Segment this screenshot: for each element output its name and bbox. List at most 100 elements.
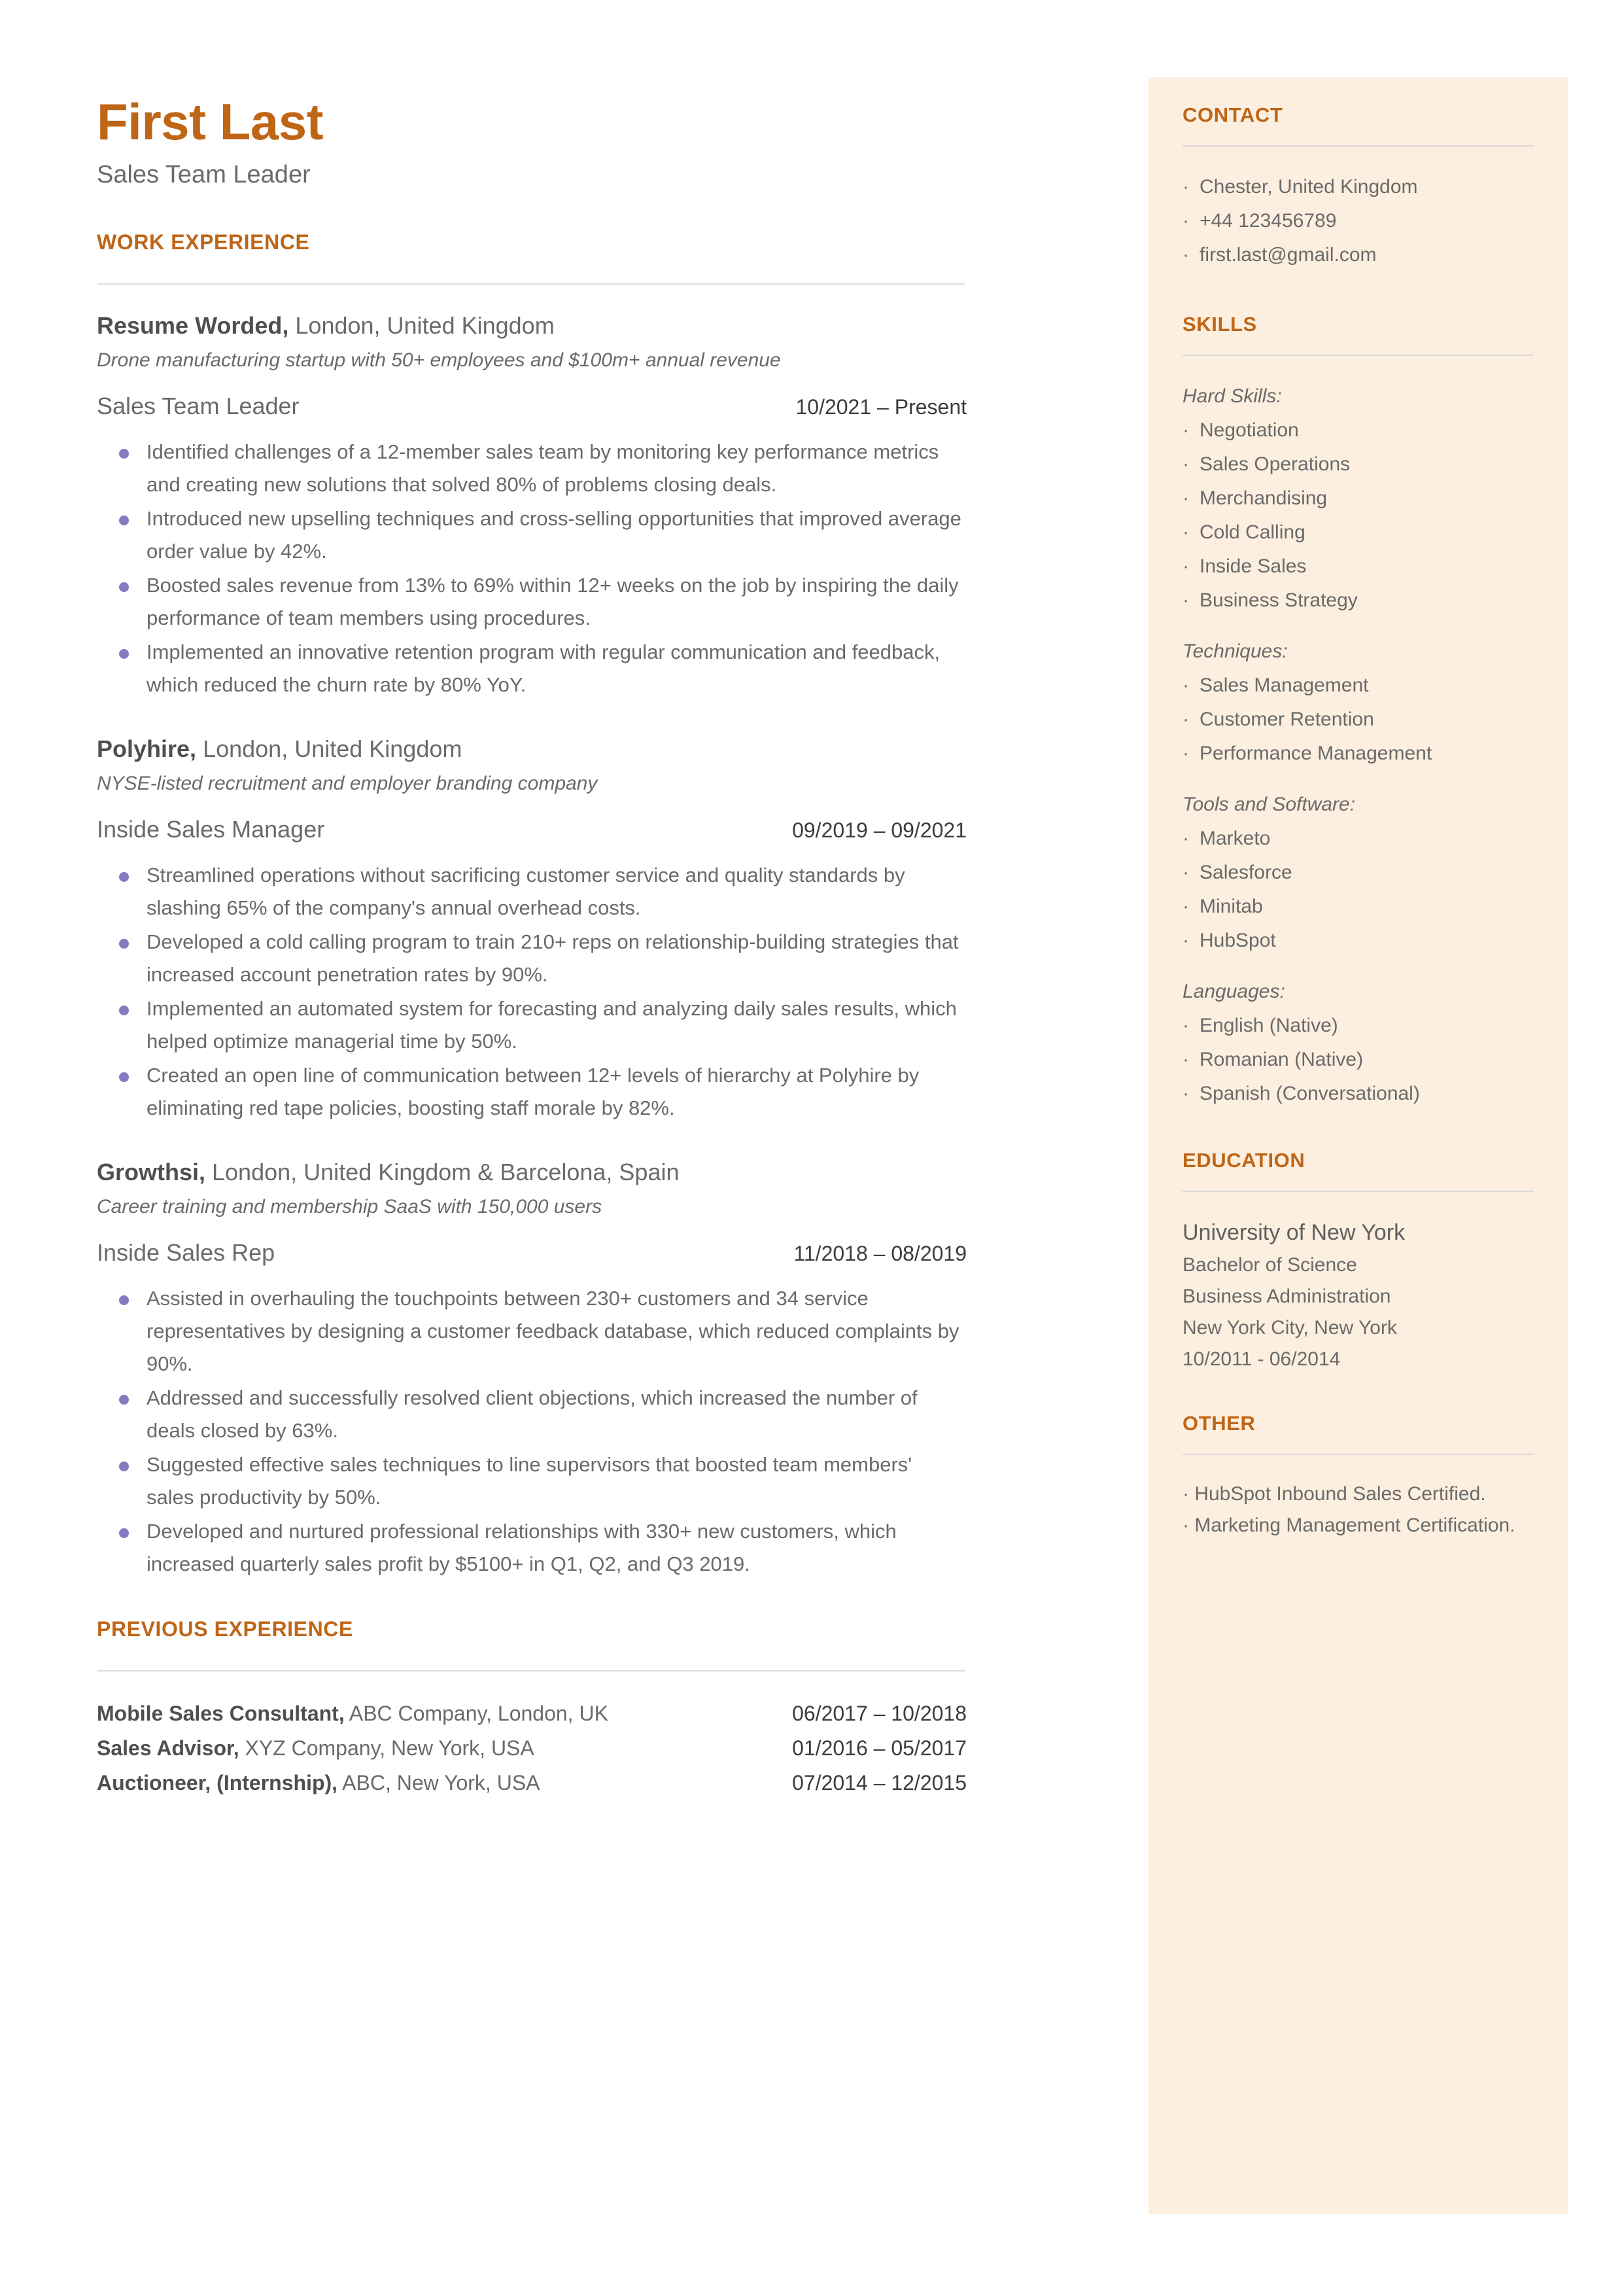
skill-item: Business Strategy <box>1200 589 1358 611</box>
contact-item-phone: · +44 123456789 <box>1183 204 1534 238</box>
other-item: · HubSpot Inbound Sales Certified. <box>1183 1479 1534 1510</box>
bullet-icon: · <box>1183 1083 1189 1104</box>
job-bullet-text: Streamlined operations without sacrifici… <box>147 864 905 919</box>
previous-experience-divider <box>97 1670 965 1672</box>
bullet-icon <box>97 1282 147 1315</box>
bullet-icon <box>97 1059 147 1092</box>
bullet-icon: · <box>1183 896 1189 917</box>
list-item: · HubSpot <box>1183 924 1534 958</box>
contact-email: first.last@gmail.com <box>1200 244 1377 266</box>
bullet-icon: · <box>1183 862 1189 883</box>
job-entry: Polyhire, London, United Kingdom NYSE-li… <box>97 733 967 1125</box>
skill-item: Merchandising <box>1200 487 1328 509</box>
job-role-row: Sales Team Leader 10/2021 – Present <box>97 391 967 423</box>
job-company: Growthsi, London, United Kingdom & Barce… <box>97 1156 967 1189</box>
education-field: Business Administration <box>1183 1286 1391 1307</box>
list-item: · Performance Management <box>1183 737 1534 771</box>
job-role-row: Inside Sales Manager 09/2019 – 09/2021 <box>97 814 967 846</box>
contact-divider <box>1183 145 1534 147</box>
contact-location: Chester, United Kingdom <box>1200 176 1418 198</box>
list-item: · Marketo <box>1183 822 1534 856</box>
skill-item: Minitab <box>1200 896 1263 917</box>
job-role-row: Inside Sales Rep 11/2018 – 08/2019 <box>97 1237 967 1269</box>
skill-item: Performance Management <box>1200 743 1432 764</box>
skills-heading: SKILLS <box>1183 313 1257 336</box>
job-bullet: Developed and nurtured professional rela… <box>97 1515 967 1581</box>
bullet-icon: · <box>1183 828 1189 849</box>
sidebar-section-other: OTHER · HubSpot Inbound Sales Certified.… <box>1183 1412 1534 1541</box>
sidebar-section-education: EDUCATION University of New York Bachelo… <box>1183 1149 1534 1375</box>
bullet-icon: · <box>1183 743 1189 764</box>
job-blurb: Drone manufacturing startup with 50+ emp… <box>97 349 781 371</box>
bullet-icon <box>97 1382 147 1414</box>
contact-list: · Chester, United Kingdom · +44 12345678… <box>1183 170 1534 272</box>
previous-experience-row: Sales Advisor, XYZ Company, New York, US… <box>97 1731 967 1766</box>
job-bullet-text: Created an open line of communication be… <box>147 1064 920 1119</box>
job-bullet-text: Suggested effective sales techniques to … <box>147 1453 912 1509</box>
skill-item: Inside Sales <box>1200 555 1307 577</box>
education-heading: EDUCATION <box>1183 1149 1305 1172</box>
sidebar: CONTACT · Chester, United Kingdom · +44 … <box>1149 77 1568 2214</box>
other-item-text: Marketing Management Certification. <box>1194 1515 1515 1536</box>
skills-divider <box>1183 355 1534 356</box>
work-experience-heading: WORK EXPERIENCE <box>97 230 310 254</box>
job-dates: 09/2019 – 09/2021 <box>792 818 967 842</box>
list-item: · English (Native) <box>1183 1009 1534 1043</box>
previous-experience-detail: ABC, New York, USA <box>337 1771 540 1795</box>
skills-list-tools-and-software: · Marketo · Salesforce · Minitab · HubSpot <box>1183 822 1534 958</box>
job-bullet: Implemented an automated system for fore… <box>97 992 967 1058</box>
job-entry: Growthsi, London, United Kingdom & Barce… <box>97 1156 967 1581</box>
other-item: · Marketing Management Certification. <box>1183 1510 1534 1541</box>
bullet-icon <box>97 992 147 1025</box>
skills-list-hard-skills: · Negotiation · Sales Operations · Merchand… <box>1183 413 1534 618</box>
job-blurb: Career training and membership SaaS with… <box>97 1196 602 1218</box>
skill-item: Marketo <box>1200 828 1271 849</box>
previous-experience-role: Auctioneer, (Internship), <box>97 1771 338 1795</box>
list-item: · Salesforce <box>1183 856 1534 890</box>
previous-experience-role: Mobile Sales Consultant, <box>97 1702 345 1725</box>
education-school: University of New York <box>1183 1220 1406 1245</box>
bullet-icon: · <box>1183 176 1189 198</box>
skills-list-techniques: · Sales Management · Customer Retention · P… <box>1183 669 1534 771</box>
job-bullet: Developed a cold calling program to trai… <box>97 926 967 991</box>
job-bullet: Introduced new upselling techniques and … <box>97 502 967 568</box>
job-bullet-list: Identified challenges of a 12-member sal… <box>97 436 967 701</box>
job-bullet: Assisted in overhauling the touchpoints … <box>97 1282 967 1380</box>
education-location: New York City, New York <box>1183 1317 1397 1339</box>
bullet-icon <box>97 859 147 892</box>
list-item: · Spanish (Conversational) <box>1183 1077 1534 1111</box>
bullet-icon: · <box>1183 555 1189 577</box>
bullet-icon: · <box>1183 674 1189 696</box>
previous-experience-row: Auctioneer, (Internship), ABC, New York,… <box>97 1766 967 1800</box>
job-bullet-text: Implemented an automated system for fore… <box>147 997 957 1053</box>
skills-group-label-tools-and-software: Tools and Software: <box>1183 794 1356 815</box>
job-bullet-text: Developed and nurtured professional rela… <box>147 1520 897 1575</box>
skill-item: Sales Operations <box>1200 453 1351 475</box>
skills-group-label-hard-skills: Hard Skills: <box>1183 385 1282 407</box>
bullet-icon <box>97 1448 147 1481</box>
skill-item: Romanian (Native) <box>1200 1049 1364 1070</box>
job-company-location: London, United Kingdom & Barcelona, Spai… <box>205 1159 680 1185</box>
list-item: · Minitab <box>1183 890 1534 924</box>
resume-page: CONTACT · Chester, United Kingdom · +44 … <box>0 0 1624 2295</box>
bullet-icon <box>97 436 147 468</box>
header-subtitle: Sales Team Leader <box>97 161 311 188</box>
previous-experience-role: Sales Advisor, <box>97 1736 239 1760</box>
bullet-icon <box>97 926 147 958</box>
sidebar-section-skills: SKILLS Hard Skills: · Negotiation · Sales … <box>1183 313 1534 1111</box>
job-company: Polyhire, London, United Kingdom <box>97 733 967 765</box>
job-bullet-list: Assisted in overhauling the touchpoints … <box>97 1282 967 1581</box>
list-item: · Sales Management <box>1183 669 1534 703</box>
skills-list-languages: · English (Native) · Romanian (Native) · Sp… <box>1183 1009 1534 1111</box>
bullet-icon <box>97 1515 147 1548</box>
other-divider <box>1183 1454 1534 1455</box>
job-dates: 10/2021 – Present <box>795 395 967 419</box>
previous-experience-left: Auctioneer, (Internship), ABC, New York,… <box>97 1766 540 1800</box>
bullet-icon: · <box>1183 521 1189 543</box>
bullet-icon: · <box>1183 930 1189 951</box>
job-bullet-list: Streamlined operations without sacrifici… <box>97 859 967 1125</box>
list-item: · Sales Operations <box>1183 447 1534 482</box>
bullet-icon: · <box>1183 453 1189 475</box>
skill-item: Salesforce <box>1200 862 1292 883</box>
previous-experience-dates: 07/2014 – 12/2015 <box>792 1771 967 1795</box>
